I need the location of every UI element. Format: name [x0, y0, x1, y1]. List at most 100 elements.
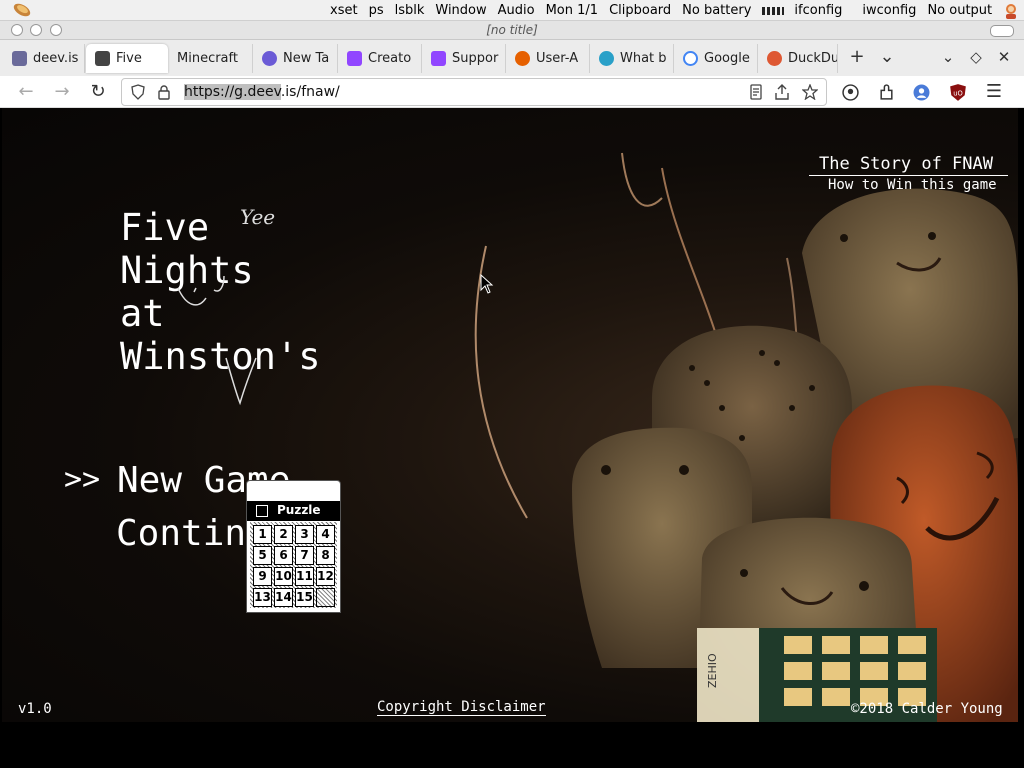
puzzle-tile[interactable]: 4 [316, 525, 335, 544]
puzzle-tile[interactable]: 3 [295, 525, 314, 544]
puzzle-tile[interactable]: 9 [253, 567, 272, 586]
tab-label: deev.is [33, 51, 79, 66]
reader-view-icon[interactable] [748, 84, 764, 100]
url-bar[interactable]: https://g.deev.is/fnaw/ [121, 78, 827, 106]
tab-deev[interactable]: deev.is [3, 44, 85, 73]
back-arrow-icon[interactable]: ← [15, 81, 37, 103]
tab-creator[interactable]: Creato [338, 44, 422, 73]
forward-arrow-icon[interactable]: → [51, 81, 73, 103]
lock-icon[interactable] [156, 84, 172, 100]
sysbar-xset[interactable]: xset [330, 3, 358, 18]
navigation-bar: ← → ↻ https://g.deev.is/fnaw/ uO ☰ [0, 76, 1024, 108]
bread-logo-icon[interactable] [11, 2, 33, 18]
puzzle-tile[interactable]: 1 [253, 525, 272, 544]
puzzle-tile[interactable]: 2 [274, 525, 293, 544]
copyright-disclaimer-link[interactable]: Copyright Disclaimer [377, 699, 546, 716]
firefox-icon [515, 51, 530, 66]
puzzle-empty-tile[interactable] [316, 588, 335, 607]
tab-five[interactable]: Five [86, 44, 168, 73]
window-title: [no title] [486, 23, 538, 37]
how-to-win-link[interactable]: How to Win this game [828, 177, 997, 193]
profile-icon[interactable] [913, 84, 930, 101]
puzzle-tile[interactable]: 13 [253, 588, 272, 607]
tab-support[interactable]: Suppor [422, 44, 506, 73]
tab-user-agent[interactable]: User-A [506, 44, 590, 73]
mouse-cursor-icon [480, 274, 494, 294]
newtab-favicon-icon [262, 51, 277, 66]
tab-label: DuckDu [788, 51, 838, 66]
puzzle-tile[interactable]: 7 [295, 546, 314, 565]
puzzle-titlebar[interactable]: Puzzle [247, 501, 340, 521]
sysbar-ifconfig[interactable]: ifconfig [794, 3, 842, 18]
game-canvas[interactable]: ZEHIO Five Nights at Winston's Yee >> Ne… [2, 108, 1018, 722]
puzzle-window[interactable]: Puzzle 1 2 3 4 5 6 7 8 9 10 11 12 13 14 … [246, 480, 341, 613]
sysbar-output: No output [927, 3, 993, 18]
sysbar-date[interactable]: Mon 1/1 [546, 3, 598, 18]
tab-strip: deev.is Five Minecraft New Ta Creato Sup… [0, 40, 1024, 76]
share-icon[interactable] [774, 84, 790, 100]
tab-new[interactable]: New Ta [253, 44, 338, 73]
puzzle-tile[interactable]: 14 [274, 588, 293, 607]
puzzle-tile[interactable]: 5 [253, 546, 272, 565]
window-titlebar: [no title] [0, 21, 1024, 40]
tab-what[interactable]: What b [590, 44, 674, 73]
duckduckgo-icon [767, 51, 782, 66]
close-icon[interactable]: ✕ [993, 46, 1015, 68]
tab-list-button[interactable]: ⌄ [876, 46, 898, 68]
scribble-doodle-icon: Yee [177, 205, 275, 406]
puzzle-tile[interactable]: 12 [316, 567, 335, 586]
puzzle-close-box[interactable] [256, 505, 268, 517]
puzzle-tile[interactable]: 8 [316, 546, 335, 565]
shield-icon[interactable] [130, 84, 146, 100]
sysbar-window[interactable]: Window [435, 3, 486, 18]
sysbar-lsblk[interactable]: lsblk [395, 3, 425, 18]
tab-label: New Ta [283, 51, 330, 66]
puzzle-grid: 1 2 3 4 5 6 7 8 9 10 11 12 13 14 15 [253, 525, 335, 607]
twitch-icon [347, 51, 362, 66]
bars-icon [762, 6, 785, 15]
tab-minecraft[interactable]: Minecraft [168, 44, 253, 73]
chevron-down-icon[interactable]: ⌄ [937, 46, 959, 68]
diamond-icon[interactable]: ◇ [965, 46, 987, 68]
puzzle-tile[interactable]: 11 [295, 567, 314, 586]
story-underline [809, 175, 1008, 176]
system-bar: xset ps lsblk Window Audio Mon 1/1 Clipb… [0, 0, 1024, 21]
google-icon [683, 51, 698, 66]
tab-label: What b [620, 51, 667, 66]
tab-duckduckgo[interactable]: DuckDu [758, 44, 838, 73]
globe-icon [599, 51, 614, 66]
url-text[interactable]: https://g.deev.is/fnaw/ [184, 84, 340, 100]
puzzle-tile[interactable]: 10 [274, 567, 293, 586]
url-selected: https://g.deev [184, 84, 281, 100]
tab-label: User-A [536, 51, 579, 66]
ublock-shield-icon[interactable]: uO [949, 83, 967, 102]
credit-label: ©2018 Calder Young [851, 701, 1003, 717]
sysbar-clipboard[interactable]: Clipboard [609, 3, 671, 18]
sysbar-battery: No battery [682, 3, 752, 18]
reload-icon[interactable]: ↻ [87, 81, 109, 103]
menu-hamburger-icon[interactable]: ☰ [983, 81, 1005, 103]
svg-text:uO: uO [953, 89, 963, 97]
sysbar-audio[interactable]: Audio [498, 3, 535, 18]
tab-google[interactable]: Google [674, 44, 758, 73]
puzzle-tile[interactable]: 6 [274, 546, 293, 565]
tab-label: Five [116, 51, 142, 66]
plush-toys-image: ZEHIO [474, 152, 1018, 722]
twitch-icon [431, 51, 446, 66]
tab-label: Google [704, 51, 750, 66]
puzzle-tile[interactable]: 15 [295, 588, 314, 607]
new-tab-button[interactable]: + [846, 46, 868, 68]
account-icon[interactable] [842, 84, 859, 101]
puzzle-title: Puzzle [277, 503, 321, 517]
extensions-icon[interactable] [878, 84, 895, 101]
user-icon[interactable] [1003, 3, 1019, 19]
deev-favicon-icon [12, 51, 27, 66]
window-pill-button[interactable] [990, 25, 1014, 37]
sysbar-iwconfig[interactable]: iwconfig [862, 3, 916, 18]
url-rest: .is/fnaw/ [280, 84, 340, 100]
game-favicon-icon [95, 51, 110, 66]
sysbar-ps[interactable]: ps [369, 3, 384, 18]
story-link[interactable]: The Story of FNAW [819, 154, 993, 174]
bookmark-star-icon[interactable] [802, 84, 818, 100]
menu-arrow-icon: >> [64, 462, 101, 497]
